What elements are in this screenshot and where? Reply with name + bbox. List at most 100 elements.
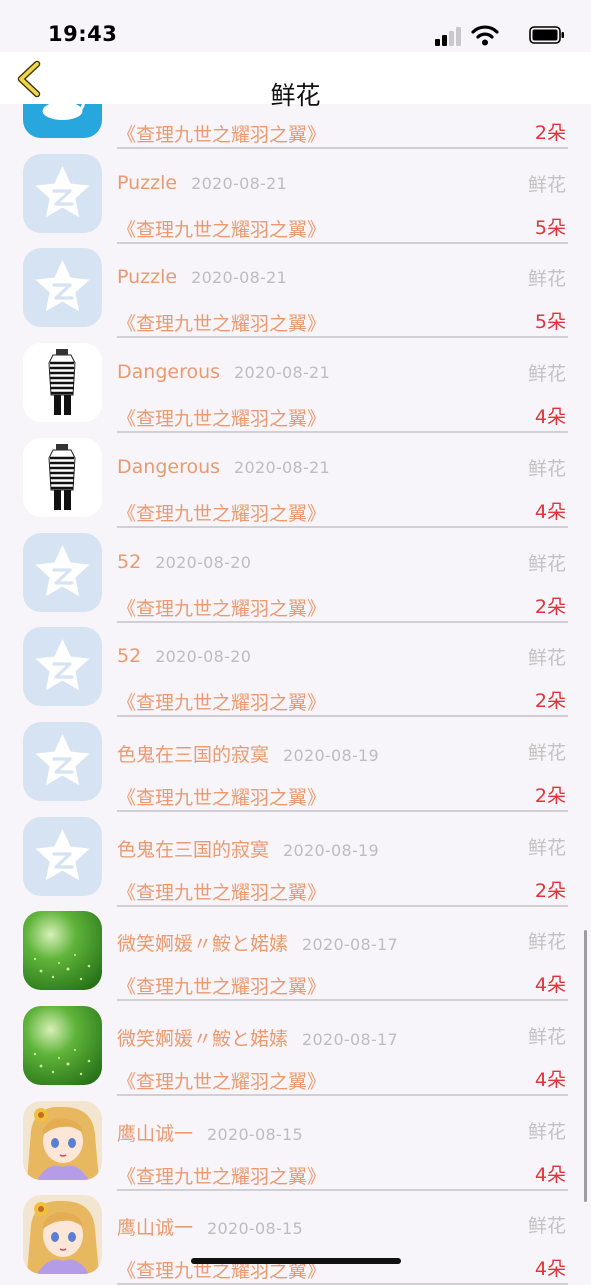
flower-count: 2朵 [534,595,566,618]
row-divider [117,620,568,623]
list-item[interactable]: 色鬼在三国的寂寞 2020-08-19 鲜花 《查理九世之耀羽之翼》 2朵 [0,718,591,812]
gift-date: 2020-08-20 [155,647,252,667]
row-divider [117,525,568,528]
book-title-link[interactable]: 《查理九世之耀羽之翼》 [117,404,326,431]
green-avatar[interactable] [23,1006,102,1085]
book-title-link[interactable]: 《查理九世之耀羽之翼》 [117,878,326,905]
gift-type-label: 鲜花 [527,1026,566,1048]
gift-type-label: 鲜花 [527,363,566,386]
sender-info: Puzzle 2020-08-21 [117,266,287,288]
gift-date: 2020-08-17 [302,1030,398,1049]
status-bar: 19:43 [0,0,591,52]
book-title-link[interactable]: 《查理九世之耀羽之翼》 [117,215,326,242]
list-item[interactable]: Dangerous 2020-08-21 鲜花 《查理九世之耀羽之翼》 4朵 [0,339,591,434]
flower-count: 5朵 [534,311,566,334]
sender-info: 色鬼在三国的寂寞 2020-08-19 [117,835,379,862]
fashion-avatar[interactable] [23,438,102,517]
gift-date: 2020-08-21 [191,268,288,288]
list-item[interactable]: 52 2020-08-20 鲜花 《查理九世之耀羽之翼》 2朵 [0,529,591,623]
sender-info: 微笑婀媛〃鮟と婼嫊 2020-08-17 [117,1024,398,1051]
book-title-link[interactable]: 《查理九世之耀羽之翼》 [117,1067,326,1094]
list-item[interactable]: Puzzle 2020-08-21 鲜花《查理九世之耀羽之翼》 5朵 [0,244,591,339]
sender-name[interactable]: 鹰山诚一 [117,1217,193,1239]
list-item[interactable]: Dangerous 2020-08-21 鲜花 《查理九世之耀羽之翼》 4朵 [0,434,591,528]
list-item[interactable]: 52 2020-08-20 鲜花《查理九世之耀羽之翼》 2朵 [0,623,591,718]
gift-type-label: 鲜花 [527,647,566,670]
list-item[interactable]: 鹰山诚一 2020-08-15 鲜花 《查理九世之耀羽之翼》 4朵 [0,1191,591,1285]
flower-count: 2朵 [534,690,566,713]
gift-date: 2020-08-21 [191,173,288,193]
sender-name[interactable]: 色鬼在三国的寂寞 [117,839,269,861]
book-title-link[interactable]: 《查理九世之耀羽之翼》 [117,499,326,526]
sender-name[interactable]: Puzzle [117,266,177,288]
book-title-link[interactable]: 《查理九世之耀羽之翼》 [117,594,326,621]
sender-info: Dangerous 2020-08-21 [117,456,330,478]
sender-name[interactable]: 色鬼在三国的寂寞 [117,744,269,766]
home-indicator[interactable] [191,1258,401,1264]
book-title-link[interactable]: 《查理九世之耀羽之翼》 [117,972,326,999]
list-item[interactable]: 微笑婀媛〃鮟と婼嫊 2020-08-17 鲜花 《查理九世之耀羽之翼》 4朵 [0,1002,591,1096]
row-divider [117,715,568,718]
sender-info: 色鬼在三国的寂寞 2020-08-19 [117,740,379,767]
sender-name[interactable]: Dangerous [117,456,220,478]
fashion-avatar[interactable] [23,343,102,422]
book-title-link[interactable]: 《查理九世之耀羽之翼》 [117,1162,326,1189]
row-divider [117,147,568,149]
book-title-link[interactable]: 《查理九世之耀羽之翼》 [117,688,326,715]
green-avatar[interactable] [23,911,102,990]
default-avatar[interactable] [23,533,102,612]
gift-type-label: 鲜花 [527,836,566,859]
default-avatar[interactable] [23,248,102,327]
gift-date: 2020-08-15 [207,1124,303,1144]
battery-icon [529,26,564,44]
row-divider [117,336,568,339]
flower-count: 4朵 [534,1258,566,1281]
list-item[interactable]: 鹰山诚一 2020-08-15 鲜花 《查理九世之耀羽之翼》 4朵 [0,1097,591,1191]
gift-date: 2020-08-19 [283,840,379,860]
anime-avatar[interactable] [23,1195,102,1274]
book-title-link[interactable]: 《查理九世之耀羽之翼》 [117,309,326,336]
default-avatar[interactable] [23,817,102,896]
sender-name[interactable]: Dangerous [117,361,220,383]
default-avatar[interactable] [23,627,102,706]
row-divider [117,904,568,907]
list-item[interactable]: 微笑婀媛〃鮟と婼嫊 2020-08-17 鲜花 《查理九世之耀羽之翼》 4朵 [0,907,591,1002]
sender-name[interactable]: 微笑婀媛〃鮟と婼嫊 [117,933,288,955]
default-avatar[interactable] [23,722,102,801]
row-divider [117,241,568,244]
book-title-link[interactable]: 《查理九世之耀羽之翼》 [117,783,326,810]
sender-name[interactable]: 52 [117,551,141,573]
list-item[interactable]: Puzzle 2020-08-21 鲜花 《查理九世之耀羽之翼》 5朵 [0,150,591,244]
list-item[interactable]: 色鬼在三国的寂寞 2020-08-19 鲜花《查理九世之耀羽之翼》 2朵 [0,813,591,907]
row-divider [117,1188,568,1191]
gift-date: 2020-08-20 [155,552,252,572]
scrollbar[interactable] [584,930,587,1202]
sender-info: Dangerous 2020-08-21 [117,361,330,383]
flower-count: 2朵 [534,122,566,144]
sender-name[interactable]: 鹰山诚一 [117,1123,193,1145]
gift-type-label: 鲜花 [527,173,566,196]
flower-count: 2朵 [534,879,566,902]
gift-type-label: 鲜花 [527,931,566,954]
sender-info: 52 2020-08-20 [117,551,251,573]
sender-info: 微笑婀媛〃鮟と婼嫊 2020-08-17 [117,929,398,956]
sender-name[interactable]: Puzzle [117,172,177,194]
book-title-link[interactable]: 《查理九世之耀羽之翼》 [117,120,326,147]
sender-name[interactable]: 52 [117,645,141,667]
flower-count: 4朵 [534,1163,566,1186]
gift-date: 2020-08-15 [207,1219,303,1239]
default-avatar[interactable] [23,154,102,233]
anime-avatar[interactable] [23,1101,102,1180]
flower-count: 4朵 [534,500,566,523]
sender-info: 52 2020-08-20 [117,645,251,667]
gift-type-label: 鲜花 [527,268,566,291]
cellular-signal-icon [435,26,461,46]
wifi-icon [471,25,499,46]
sender-info: Puzzle 2020-08-21 [117,172,287,194]
navigation-bar: 鲜花 [0,52,591,110]
gift-date: 2020-08-21 [234,457,331,477]
sender-info: 鹰山诚一 2020-08-15 [117,1119,303,1146]
sender-name[interactable]: 微笑婀媛〃鮟と婼嫊 [117,1028,288,1050]
gift-type-label: 鲜花 [527,1215,566,1238]
gift-type-label: 鲜花 [527,741,566,764]
